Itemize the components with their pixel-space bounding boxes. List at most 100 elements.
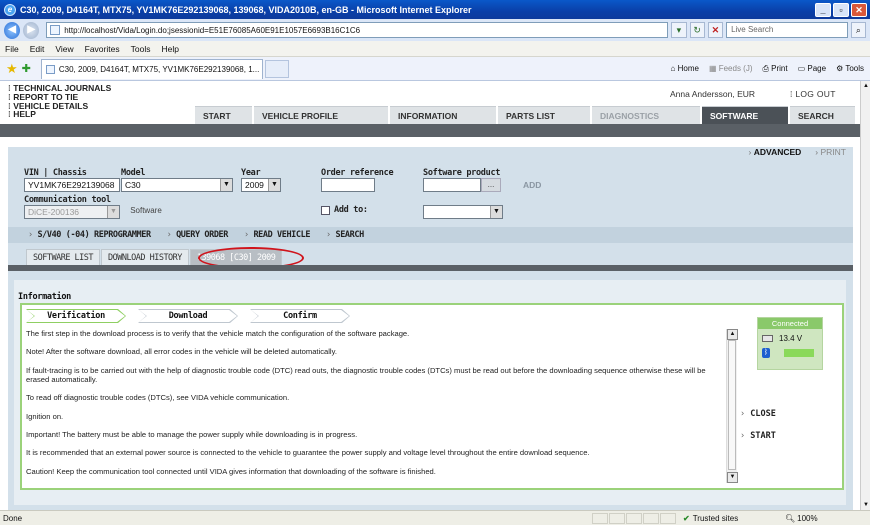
model-select[interactable]: C30 ▼ — [121, 178, 233, 192]
security-zone[interactable]: ✔ Trusted sites — [677, 514, 777, 523]
instructions-text: The first step in the download process i… — [26, 329, 722, 483]
step-confirm-label: Confirm — [283, 311, 317, 321]
menu-view[interactable]: View — [55, 44, 73, 54]
battery-icon — [762, 335, 773, 342]
instruction-paragraph: Caution! Keep the communication tool con… — [26, 466, 436, 476]
browser-tab-current[interactable]: C30, 2009, D4164T, MTX75, YV1MK76E292139… — [40, 58, 263, 79]
tab-start[interactable]: START — [195, 106, 252, 124]
year-select[interactable]: 2009 ▼ — [241, 178, 281, 192]
minimize-button[interactable]: _ — [815, 2, 831, 17]
subnav-read-vehicle[interactable]: READ VEHICLE — [244, 230, 310, 240]
add-to-select[interactable]: ▼ — [423, 205, 503, 219]
page-icon — [50, 25, 61, 35]
order-reference-input[interactable] — [321, 178, 375, 192]
home-label: Home — [677, 64, 699, 73]
software-product-label: Software product — [423, 168, 501, 178]
scroll-up-icon[interactable]: ▲ — [727, 329, 738, 340]
subnav-search[interactable]: SEARCH — [326, 230, 364, 240]
zoom-icon: 🔍︎ — [785, 513, 796, 523]
tab-vehicle-profile[interactable]: VEHICLE PROFILE — [254, 106, 388, 124]
feeds-label: Feeds (J) — [718, 64, 753, 73]
window-titlebar: e C30, 2009, D4164T, MTX75, YV1MK76E2921… — [0, 0, 870, 19]
back-button[interactable]: ◀ — [4, 21, 21, 39]
download-steps-frame: Verification Download Confirm The first … — [20, 303, 844, 490]
year-value: 2009 — [245, 180, 264, 190]
add-favorite-icon[interactable]: ✚ — [22, 62, 31, 75]
order-reference-label: Order reference — [321, 168, 394, 178]
add-to-checkbox[interactable] — [321, 206, 330, 215]
software-button[interactable]: Software — [121, 205, 171, 219]
chevron-down-icon: ▼ — [107, 206, 119, 218]
print-link[interactable]: PRINT — [815, 147, 847, 157]
close-window-button[interactable]: ✕ — [851, 2, 867, 17]
instruction-paragraph: Important! The battery must be able to m… — [26, 429, 358, 439]
feeds-button[interactable]: ▦ Feeds (J) — [709, 64, 753, 73]
page-scroll-up-icon[interactable]: ▲ — [861, 81, 870, 91]
status-cell — [626, 512, 642, 524]
software-product-input[interactable] — [423, 178, 481, 192]
print-button[interactable]: ⎙ Print — [763, 64, 788, 74]
instruction-paragraph: Note! After the software download, all e… — [26, 347, 337, 357]
menu-file[interactable]: File — [5, 44, 19, 54]
tab-search[interactable]: SEARCH — [790, 106, 855, 124]
page-scrollbar[interactable]: ▲ ▼ — [860, 81, 870, 510]
chevron-down-icon: ▼ — [220, 179, 232, 191]
page-scroll-down-icon[interactable]: ▼ — [861, 500, 870, 510]
quicklink-help[interactable]: HELP — [8, 110, 111, 119]
subnav-reprogrammer[interactable]: S/V40 (-04) REPROGRAMMER — [28, 230, 151, 240]
tab-software[interactable]: SOFTWARE — [702, 106, 788, 124]
close-link[interactable]: CLOSE — [740, 409, 776, 419]
chevron-down-icon: ▼ — [268, 179, 280, 191]
tab-parts-list[interactable]: PARTS LIST — [498, 106, 590, 124]
stop-icon[interactable]: ✕ — [707, 22, 724, 38]
print-label: Print — [771, 63, 788, 73]
zone-label: Trusted sites — [692, 513, 739, 523]
instructions-scrollbar[interactable]: ▲ ▼ — [726, 329, 738, 483]
start-link[interactable]: START — [740, 431, 776, 441]
browse-button[interactable]: ... — [481, 178, 501, 192]
zoom-control[interactable]: 🔍︎ 100% — [777, 514, 818, 523]
signal-strength-bar — [784, 349, 814, 357]
add-link[interactable]: ADD — [523, 180, 541, 190]
live-search-input[interactable]: Live Search — [726, 22, 848, 38]
search-icon[interactable]: ⌕ — [850, 22, 866, 38]
menu-bar: File Edit View Favorites Tools Help — [0, 41, 870, 57]
new-tab-button[interactable] — [264, 59, 289, 78]
refresh-icon[interactable]: ↻ — [689, 22, 705, 38]
step-verification: Verification — [26, 309, 126, 323]
scroll-thumb[interactable] — [728, 340, 736, 470]
main-content: ADVANCED PRINT VIN | Chassis YV1MK76E292… — [0, 137, 860, 510]
menu-favorites[interactable]: Favorites — [85, 44, 120, 54]
subtab-underline-bar — [8, 265, 853, 271]
menu-edit[interactable]: Edit — [30, 44, 45, 54]
maximize-button[interactable]: ▫ — [833, 2, 849, 17]
tab-diagnostics: DIAGNOSTICS — [592, 106, 700, 124]
connection-status-box: Connected 13.4 V ᛒ — [757, 317, 823, 370]
subnav-query-order[interactable]: QUERY ORDER — [167, 230, 228, 240]
advanced-link[interactable]: ADVANCED — [749, 147, 802, 157]
subtab-software-list[interactable]: SOFTWARE LIST — [26, 249, 101, 265]
menu-help[interactable]: Help — [161, 44, 178, 54]
year-label: Year — [241, 168, 261, 178]
subtab-download-history[interactable]: DOWNLOAD HISTORY — [101, 249, 189, 265]
address-field[interactable]: http://localhost/Vida/Login.do;jsessioni… — [46, 22, 669, 38]
status-cell — [643, 512, 659, 524]
menu-tools[interactable]: Tools — [131, 44, 151, 54]
scroll-down-icon[interactable]: ▼ — [727, 472, 738, 483]
communication-tool-label: Communication tool — [24, 195, 111, 205]
address-dropdown-button[interactable]: ▾ — [671, 22, 687, 38]
favorites-star-icon[interactable]: ★ — [6, 61, 18, 77]
home-button[interactable]: ⌂ Home — [671, 64, 699, 73]
communication-tool-select: DiCE-200136 ▼ — [24, 205, 120, 219]
step-download: Download — [138, 309, 238, 323]
quicklinks: TECHNICAL JOURNALS REPORT TO TIE VEHICLE… — [8, 84, 111, 119]
step-confirm: Confirm — [250, 309, 350, 323]
page-menu-button[interactable]: ▭ Page — [798, 64, 826, 73]
zoom-level: 100% — [797, 513, 818, 523]
forward-button[interactable]: ▶ — [23, 21, 40, 39]
tools-menu-button[interactable]: ⚙ Tools — [836, 64, 864, 73]
logout-link[interactable]: LOG OUT — [790, 89, 836, 99]
tab-information[interactable]: INFORMATION — [390, 106, 496, 124]
vin-input[interactable]: YV1MK76E292139068 — [24, 178, 120, 192]
window-title: C30, 2009, D4164T, MTX75, YV1MK76E292139… — [20, 4, 472, 15]
